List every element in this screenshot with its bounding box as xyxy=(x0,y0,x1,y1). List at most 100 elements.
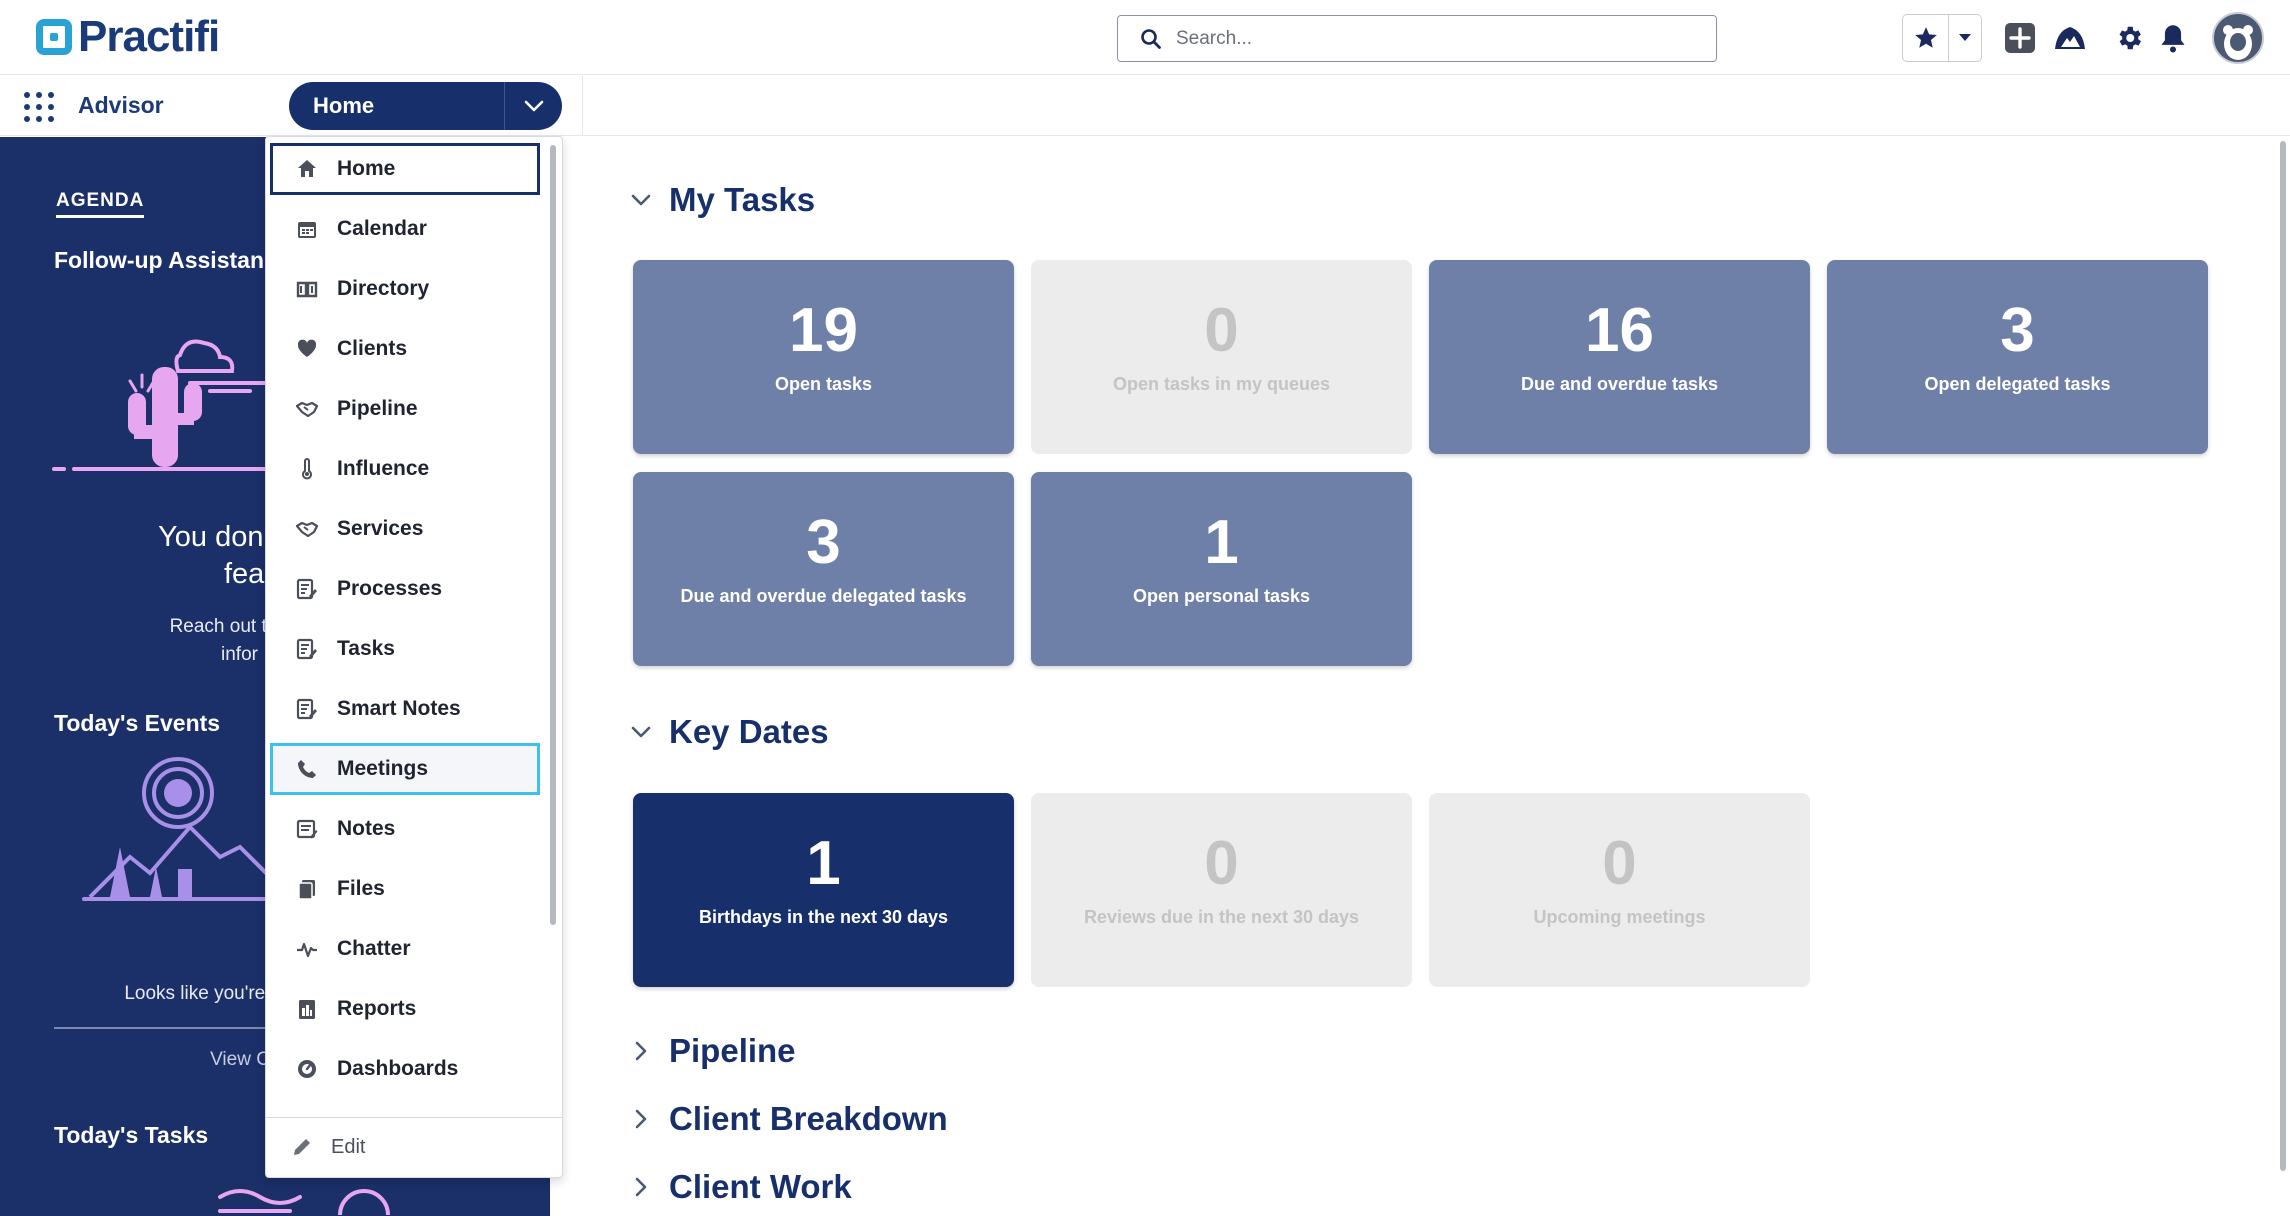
menu-item-label: Files xyxy=(337,877,385,900)
waffle-dot xyxy=(48,116,54,122)
card-value: 3 xyxy=(2000,296,2035,365)
keydate-card-meetings[interactable]: 0 Upcoming meetings xyxy=(1429,793,1810,987)
client-breakdown-section-title: Client Breakdown xyxy=(669,1100,948,1137)
nav-menu-button[interactable]: Home xyxy=(289,82,562,130)
menu-item-files[interactable]: Files xyxy=(270,863,540,915)
thermometer-icon xyxy=(295,457,319,481)
add-icon xyxy=(2005,23,2035,53)
calendar-icon xyxy=(295,217,319,241)
waffle-dot xyxy=(48,92,54,98)
global-actions-button[interactable] xyxy=(2000,18,2040,58)
menu-item-home[interactable]: Home xyxy=(270,143,540,195)
card-value: 0 xyxy=(1602,829,1637,898)
menu-item-services[interactable]: Services xyxy=(270,503,540,555)
events-illustration xyxy=(82,757,270,901)
card-value: 0 xyxy=(1204,296,1239,365)
menu-item-calendar[interactable]: Calendar xyxy=(270,203,540,255)
task-card-delegated[interactable]: 3 Open delegated tasks xyxy=(1827,260,2208,454)
my-tasks-title: My Tasks xyxy=(669,181,816,218)
keydate-card-reviews[interactable]: 0 Reviews due in the next 30 days xyxy=(1031,793,1412,987)
files-icon xyxy=(295,877,319,901)
practifi-logo-icon xyxy=(36,19,72,55)
cactus-illustration xyxy=(52,339,290,471)
waffle-dot xyxy=(24,92,30,98)
task-card-due-overdue-delegated[interactable]: 3 Due and overdue delegated tasks xyxy=(633,472,1014,666)
astro-avatar-icon xyxy=(2223,25,2253,60)
card-label: Due and overdue tasks xyxy=(1520,374,1719,394)
menu-item-meetings[interactable]: Meetings xyxy=(270,743,540,795)
task-card-personal[interactable]: 1 Open personal tasks xyxy=(1031,472,1412,666)
menu-item-influence[interactable]: Influence xyxy=(270,443,540,495)
menu-item-reports[interactable]: Reports xyxy=(270,983,540,1035)
nav-menu-toggle[interactable] xyxy=(504,82,562,130)
menu-item-smart-notes[interactable]: Smart Notes xyxy=(270,683,540,735)
chevron-down-icon xyxy=(631,194,651,206)
card-label: Open tasks in my queues xyxy=(1112,374,1331,394)
menu-item-label: Clients xyxy=(337,337,408,360)
followup-assistant-title: Follow-up Assistan xyxy=(54,247,264,273)
menu-item-label: Directory xyxy=(337,277,430,300)
menu-item-processes[interactable]: Processes xyxy=(270,563,540,615)
menu-item-directory[interactable]: Directory xyxy=(270,263,540,315)
menu-item-label: Smart Notes xyxy=(337,697,461,720)
heart-icon xyxy=(295,337,319,361)
key-dates-header[interactable]: Key Dates xyxy=(631,713,829,751)
handshake-icon xyxy=(295,517,319,541)
task-card-open-tasks[interactable]: 19 Open tasks xyxy=(633,260,1014,454)
card-value: 1 xyxy=(806,829,841,898)
menu-item-label: Services xyxy=(337,517,424,540)
menu-item-dashboards[interactable]: Dashboards xyxy=(270,1043,540,1095)
menu-item-clients[interactable]: Clients xyxy=(270,323,540,375)
app-name: Advisor xyxy=(78,92,164,118)
pencil-icon xyxy=(294,1139,310,1155)
caret-down-icon xyxy=(1959,34,1971,41)
menu-item-chatter[interactable]: Chatter xyxy=(270,923,540,975)
client-work-section-header[interactable]: Client Work xyxy=(631,1168,852,1206)
client-breakdown-section-header[interactable]: Client Breakdown xyxy=(631,1100,948,1138)
search-icon xyxy=(1141,28,1161,49)
card-value: 16 xyxy=(1585,296,1654,365)
my-tasks-header[interactable]: My Tasks xyxy=(631,181,815,219)
favorites-button[interactable] xyxy=(1903,15,1949,61)
card-value: 3 xyxy=(806,508,841,577)
card-label: Open delegated tasks xyxy=(1924,374,2111,394)
menu-item-label: Meetings xyxy=(337,757,429,780)
menu-item-label: Notes xyxy=(337,817,396,840)
pipeline-section-title: Pipeline xyxy=(669,1032,796,1069)
search-input[interactable] xyxy=(1176,27,1696,50)
setup-button[interactable] xyxy=(2109,18,2149,58)
report-icon xyxy=(295,997,319,1021)
waffle-dot xyxy=(36,116,42,122)
card-label: Open personal tasks xyxy=(1132,586,1311,606)
card-value: 0 xyxy=(1204,829,1239,898)
app-root: Practifi Search... Advisor Home AGENDA F… xyxy=(0,0,2290,1216)
card-value: 1 xyxy=(1204,508,1239,577)
notifications-button[interactable] xyxy=(2153,18,2193,58)
keydate-card-birthdays[interactable]: 1 Birthdays in the next 30 days xyxy=(633,793,1014,987)
menu-item-pipeline[interactable]: Pipeline xyxy=(270,383,540,435)
task-card-due-overdue[interactable]: 16 Due and overdue tasks xyxy=(1429,260,1810,454)
nav-current-item: Home xyxy=(313,93,375,118)
chevron-down-icon xyxy=(524,100,543,112)
menu-item-label: Tasks xyxy=(337,637,395,660)
agenda-tab[interactable]: AGENDA xyxy=(56,190,145,218)
nav-divider xyxy=(582,76,583,136)
app-launcher-button[interactable] xyxy=(22,90,56,124)
practifi-logo[interactable]: Practifi xyxy=(36,12,220,61)
global-search[interactable] xyxy=(1117,15,1717,62)
menu-item-notes[interactable]: Notes xyxy=(270,803,540,855)
menu-item-tasks[interactable]: Tasks xyxy=(270,623,540,675)
menu-edit-button[interactable]: Edit xyxy=(291,1127,365,1167)
menu-scrollbar[interactable] xyxy=(550,145,556,925)
task-card-queues[interactable]: 0 Open tasks in my queues xyxy=(1031,260,1412,454)
favorites-menu-button[interactable] xyxy=(1949,15,1981,61)
card-value: 19 xyxy=(789,296,858,365)
checklist-icon xyxy=(295,697,319,721)
main-scrollbar[interactable] xyxy=(2280,141,2286,1171)
user-avatar[interactable] xyxy=(2212,12,2264,64)
pipeline-section-header[interactable]: Pipeline xyxy=(631,1032,796,1070)
menu-item-label: Dashboards xyxy=(337,1057,459,1080)
trailhead-button[interactable] xyxy=(2050,18,2090,58)
gauge-icon xyxy=(295,1057,319,1081)
menu-item-label: Home xyxy=(337,157,396,180)
